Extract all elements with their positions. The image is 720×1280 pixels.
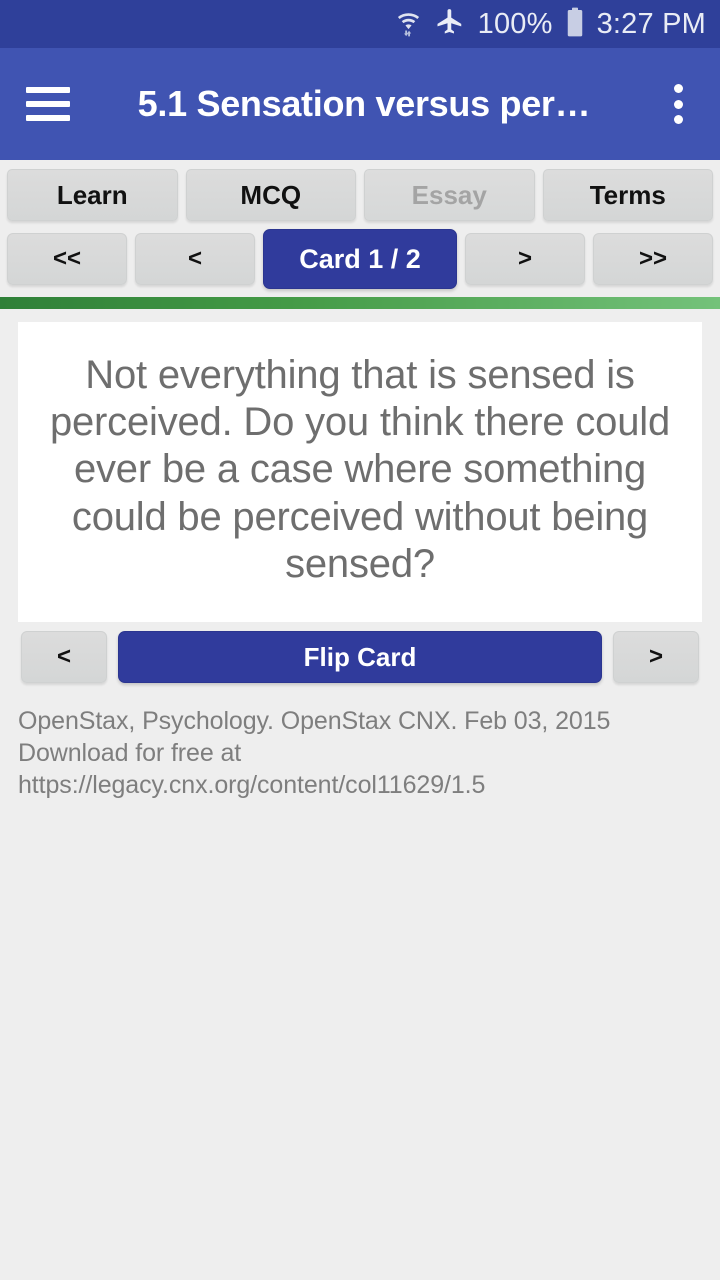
tab-mcq[interactable]: MCQ: [185, 169, 356, 221]
clock-label: 3:27 PM: [596, 7, 706, 40]
wifi-icon: [395, 7, 422, 42]
flashcard-container: Not everything that is sensed is perceiv…: [0, 309, 720, 622]
overflow-dot: [673, 115, 683, 124]
battery-percent-label: 100%: [477, 7, 553, 40]
hamburger-menu-icon[interactable]: [26, 87, 70, 121]
mode-tab-row: Learn MCQ Essay Terms: [0, 160, 720, 221]
page-title: 5.1 Sensation versus per…: [137, 83, 591, 124]
hamburger-bar: [26, 115, 70, 121]
flashcard-text: Not everything that is sensed is perceiv…: [49, 353, 671, 586]
airplane-mode-icon: [435, 7, 465, 42]
card-navigation-row: << < Card 1 / 2 > >>: [0, 221, 720, 297]
tab-essay: Essay: [364, 169, 535, 221]
overflow-dot: [673, 84, 683, 93]
flip-card-button[interactable]: Flip Card: [118, 631, 602, 683]
overflow-dot: [673, 99, 683, 109]
flip-row: < Flip Card >: [0, 622, 720, 683]
tab-terms[interactable]: Terms: [542, 169, 713, 221]
status-bar: 100% 3:27 PM: [0, 0, 720, 48]
next-card-button[interactable]: >: [465, 233, 585, 285]
status-bar-icons: 100% 3:27 PM: [395, 7, 706, 42]
flashcard[interactable]: Not everything that is sensed is perceiv…: [18, 322, 702, 622]
attribution-text: OpenStax, Psychology. OpenStax CNX. Feb …: [18, 707, 611, 799]
flip-next-button[interactable]: >: [613, 631, 699, 683]
previous-card-button[interactable]: <: [135, 233, 255, 285]
first-card-button[interactable]: <<: [7, 233, 127, 285]
card-counter-button[interactable]: Card 1 / 2: [263, 229, 457, 289]
flip-previous-button[interactable]: <: [21, 631, 107, 683]
app-bar: 5.1 Sensation versus per…: [0, 48, 720, 160]
more-vertical-icon[interactable]: [658, 82, 698, 126]
battery-full-icon: [566, 7, 584, 42]
hamburger-bar: [26, 101, 70, 107]
tab-learn[interactable]: Learn: [7, 169, 178, 221]
hamburger-bar: [26, 87, 70, 93]
last-card-button[interactable]: >>: [593, 233, 713, 285]
progress-bar: [0, 297, 720, 309]
